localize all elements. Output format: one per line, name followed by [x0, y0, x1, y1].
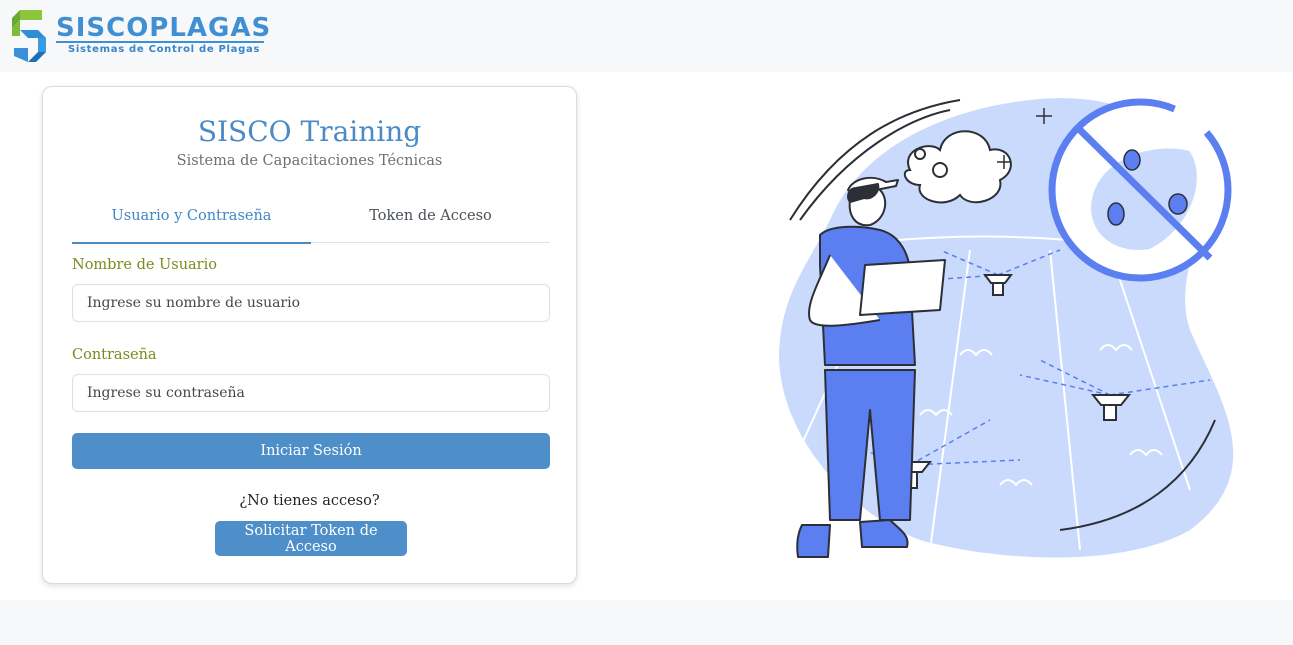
pest-control-worker-illustration: [779, 98, 1234, 558]
username-input[interactable]: [72, 284, 550, 322]
brand-tagline: Sistemas de Control de Plagas: [56, 41, 264, 56]
sisco-s-logo-icon: [12, 10, 46, 62]
footer-bar: [0, 600, 1293, 645]
request-token-button[interactable]: Solicitar Token de Acceso: [215, 521, 407, 556]
top-header-bar: SISCOPLAGAS Sistemas de Control de Plaga…: [0, 0, 1293, 72]
tab-access-token[interactable]: Token de Acceso: [311, 197, 550, 242]
page-subtitle: Sistema de Capacitaciones Técnicas: [176, 153, 443, 169]
no-pests-sign-icon: [1048, 98, 1232, 282]
tab-username-password[interactable]: Usuario y Contraseña: [72, 197, 311, 244]
password-label: Contraseña: [72, 347, 157, 363]
login-method-tabs: Usuario y Contraseña Token de Acceso: [72, 197, 550, 244]
password-input[interactable]: [72, 374, 550, 412]
page-title: SISCO Training: [197, 115, 422, 148]
username-label: Nombre de Usuario: [72, 257, 217, 273]
no-access-text: ¿No tienes acceso?: [239, 493, 380, 509]
brand-logo[interactable]: SISCOPLAGAS Sistemas de Control de Plaga…: [10, 8, 271, 62]
brand-name: SISCOPLAGAS: [56, 13, 272, 43]
login-button[interactable]: Iniciar Sesión: [72, 433, 550, 469]
login-card: SISCO Training Sistema de Capacitaciones…: [42, 86, 577, 584]
